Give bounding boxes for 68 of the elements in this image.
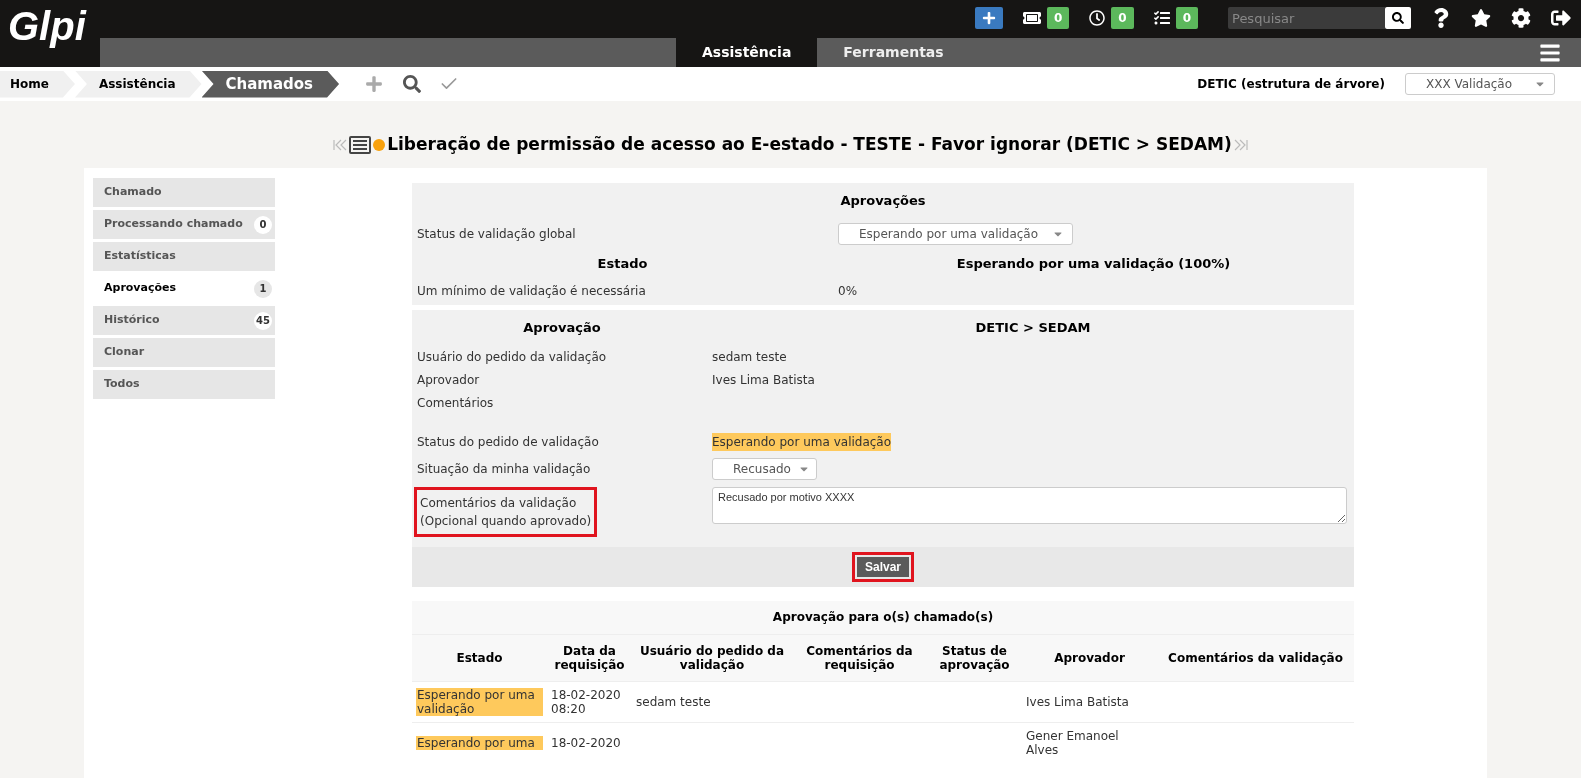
search-icon (1392, 12, 1404, 24)
sidebar-tab[interactable]: Histórico 45 (93, 306, 275, 335)
ticket-icon (1022, 9, 1041, 27)
star-icon[interactable] (1471, 8, 1491, 28)
field-value: 0% (838, 282, 858, 300)
field-label: Usuário do pedido da validação (417, 349, 608, 366)
logout-icon[interactable] (1551, 8, 1571, 28)
validation-select[interactable]: Recusado (712, 457, 817, 480)
field-value: Ives Lima Batista (712, 372, 815, 389)
nav-tab[interactable]: Assistência (676, 38, 818, 67)
table-title: Aprovação para o(s) chamado(s) (412, 600, 1354, 635)
table-cell-text: 18-02-2020 08:20 (550, 687, 622, 716)
status-label: Esperando por uma (416, 735, 543, 750)
column-heading: Esperando por uma validação (100%) (955, 254, 1232, 273)
count-badge: 45 (254, 311, 272, 330)
comments-textarea[interactable]: Recusado por motivo XXXX (712, 486, 1347, 524)
checklist-icon (1153, 10, 1170, 26)
sidebar-tab[interactable]: Todos (93, 370, 275, 399)
nav-tab[interactable]: Ferramentas (817, 38, 970, 67)
section-heading: Aprovações (839, 192, 927, 210)
table-cell-text: sedam teste (635, 694, 712, 709)
entity-label[interactable]: DETIC (estrutura de árvore) (1197, 75, 1385, 93)
column-header: Usuário do pedido da validação (638, 643, 786, 672)
clock-icon (1089, 10, 1106, 26)
field-label: Aprovador (417, 372, 481, 389)
field-label: Situação da minha validação (417, 460, 592, 478)
search-icon[interactable] (403, 75, 422, 93)
table-cell-text: 18-02-2020 (550, 735, 622, 750)
column-header: Data da requisição (553, 643, 626, 672)
column-header: Aprovador (1053, 650, 1126, 665)
search-button[interactable] (1385, 7, 1411, 29)
status-select[interactable]: Esperando por uma validação (838, 222, 1073, 245)
field-label: Status do pedido de validação (417, 433, 600, 451)
sidebar-tab[interactable]: Chamado (93, 178, 275, 207)
column-header: Status de aprovação (938, 643, 1011, 672)
list-icon[interactable] (349, 136, 372, 154)
field-label: Status de validação global (417, 225, 577, 243)
settings-icon[interactable] (1511, 8, 1531, 28)
column-header: Comentários da validação (1167, 650, 1344, 665)
save-button[interactable]: Salvar (857, 556, 909, 577)
comments-label: Comentários da validação (Opcional quando aprovado) (414, 486, 598, 537)
table-cell-text: Ives Lima Batista (1025, 694, 1130, 709)
column-header: Estado (455, 650, 504, 665)
table-cell-text: Gener Emanoel Alves (1025, 728, 1120, 757)
add-button[interactable] (974, 7, 1003, 29)
field-label: Comentários (417, 395, 495, 412)
menu-icon[interactable] (1539, 42, 1561, 64)
profile-select[interactable]: XXX Validação (1405, 73, 1555, 95)
search-field[interactable]: Pesquisar (1228, 7, 1385, 29)
glpi-logo[interactable]: Glpi (8, 6, 86, 46)
column-heading: DETIC > SEDAM (974, 318, 1092, 337)
count-badge: 0 (254, 215, 272, 234)
field-value: sedam teste (712, 349, 787, 366)
plus-icon (981, 11, 996, 25)
status-label: Esperando por uma validação (416, 687, 543, 716)
breadcrumb-link[interactable]: Assistência (74, 70, 202, 98)
column-heading: Estado (596, 254, 649, 273)
breadcrumb-link[interactable]: Chamados (201, 70, 340, 98)
sidebar-tab[interactable]: Processando chamado 0 (93, 210, 275, 239)
field-label: Um mínimo de validação é necessária (417, 282, 647, 300)
ticket-title: Liberação de permissão de acesso ao E-estado - TESTE - Favor ignorar (DETIC > SEDAM) (387, 133, 1232, 157)
status-label: Esperando por uma validação (712, 432, 892, 451)
sidebar-tab[interactable]: Estatísticas (93, 242, 275, 271)
count-badge: 1 (254, 279, 272, 298)
breadcrumb-link[interactable]: Home (0, 70, 75, 98)
sidebar-tab[interactable]: Clonar (93, 338, 275, 367)
column-header: Comentários da requisição (805, 643, 914, 672)
column-heading: Aprovação (522, 318, 602, 337)
